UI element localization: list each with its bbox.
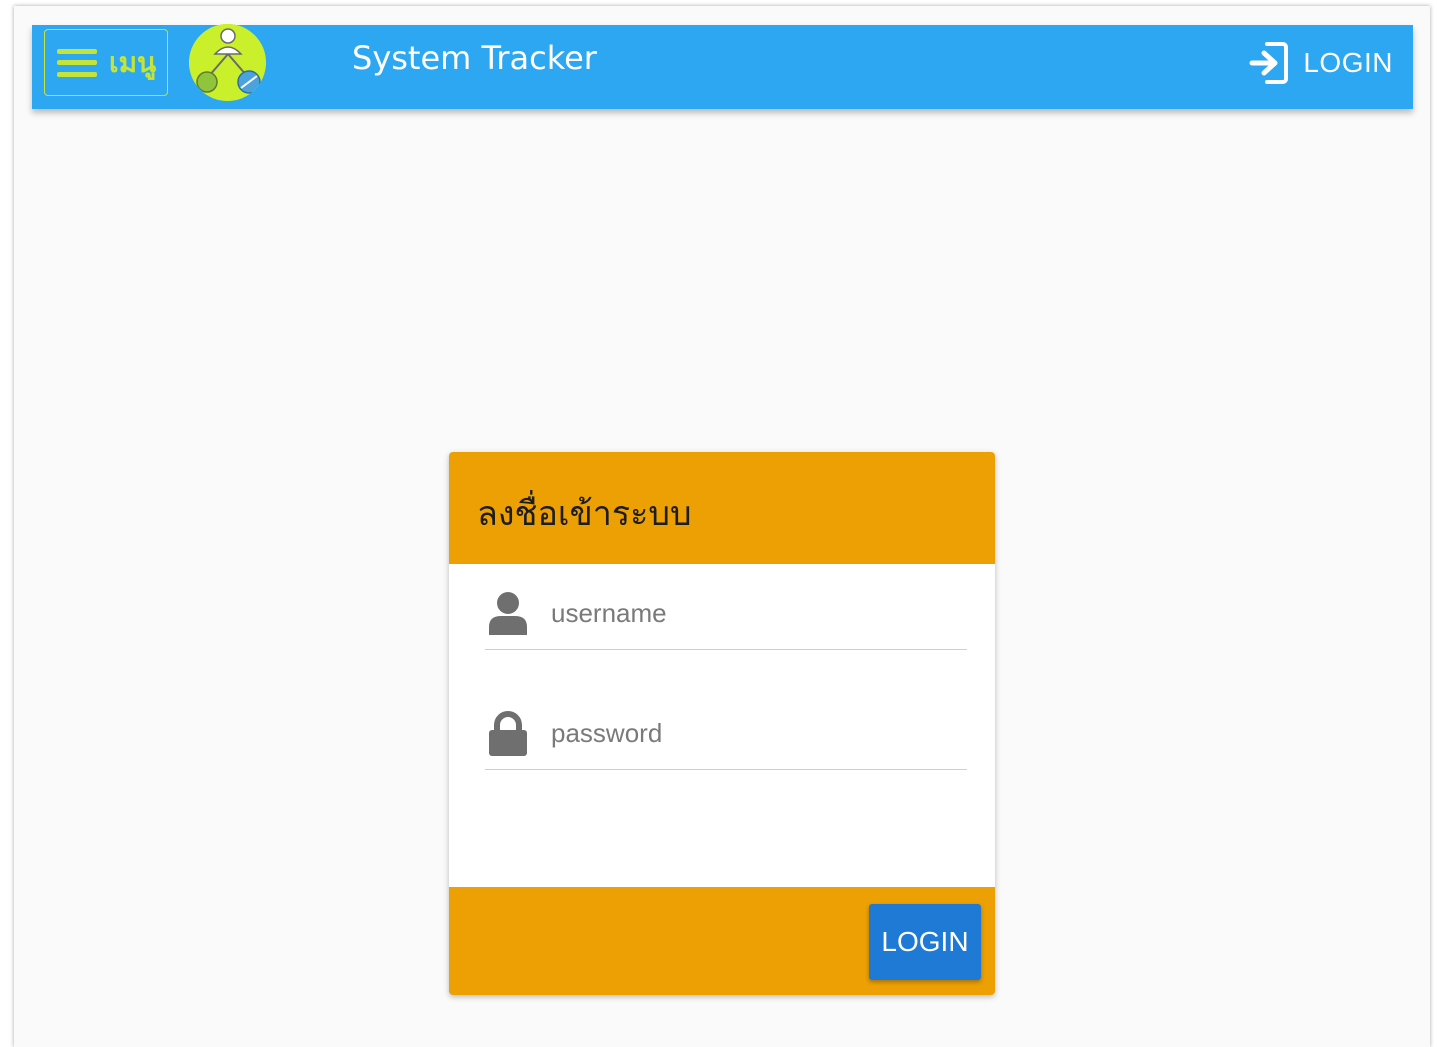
- login-card-header: ลงชื่อเข้าระบบ: [449, 452, 995, 564]
- app-logo-icon: [189, 24, 266, 101]
- header-login-label: LOGIN: [1303, 47, 1393, 78]
- app-title: System Tracker: [352, 39, 597, 77]
- header-login-button[interactable]: LOGIN: [1249, 37, 1393, 89]
- login-card-footer: LOGIN: [449, 887, 995, 995]
- login-submit-button[interactable]: LOGIN: [869, 904, 981, 980]
- menu-button[interactable]: เมนู: [44, 29, 168, 96]
- password-input[interactable]: [551, 711, 951, 756]
- username-input[interactable]: [551, 591, 951, 636]
- lock-icon: [489, 710, 527, 756]
- menu-button-label: เมนู: [109, 45, 157, 79]
- person-icon: [489, 591, 527, 635]
- hamburger-icon: [57, 48, 97, 77]
- password-field: [485, 698, 967, 770]
- login-card-title: ลงชื่อเข้าระบบ: [477, 494, 692, 534]
- username-field: [485, 578, 967, 650]
- login-enter-icon: [1249, 42, 1289, 84]
- top-app-bar: เมนู System Tracker LOGIN: [32, 24, 1413, 109]
